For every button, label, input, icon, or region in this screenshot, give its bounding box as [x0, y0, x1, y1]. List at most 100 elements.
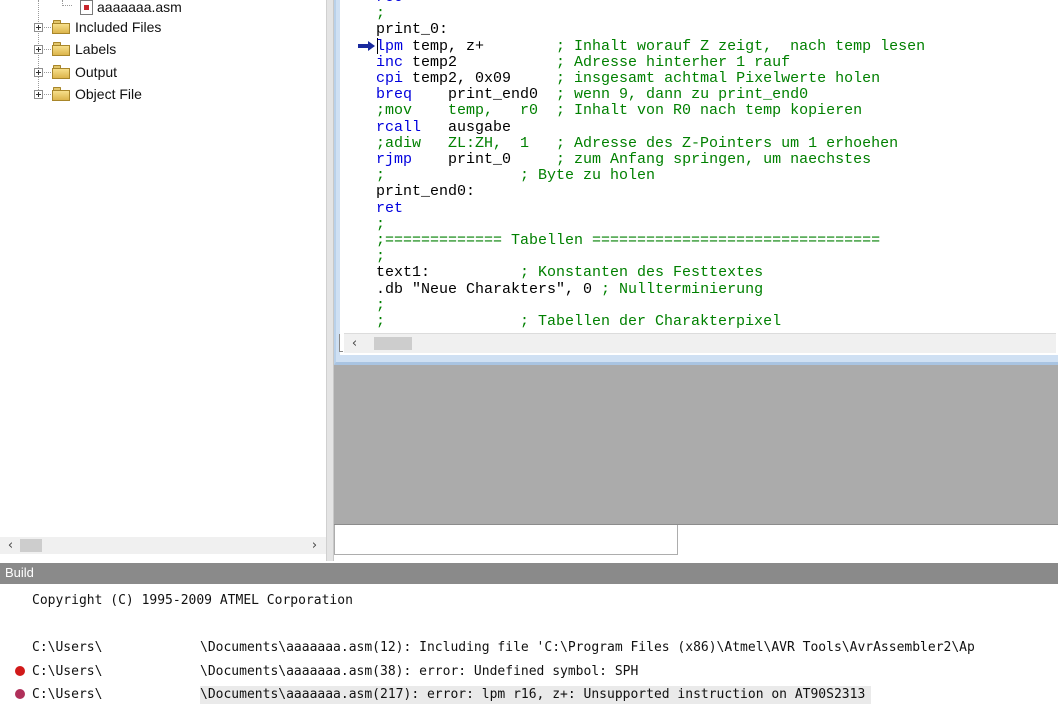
tree-guide-line	[62, 5, 72, 6]
build-pane-title: Build	[5, 565, 34, 580]
code-keyword: inc	[376, 53, 404, 71]
code-line[interactable]: ;	[376, 249, 385, 265]
error-marker-icon	[15, 665, 25, 676]
scroll-thumb[interactable]	[374, 337, 412, 350]
build-line-path[interactable]: C:\Users\	[32, 663, 102, 681]
code-line[interactable]: ;adiw ZL:ZH, 1 ; Adresse des Z-Pointers …	[376, 134, 899, 152]
code-line[interactable]: ; ; Tabellen der Charakterpixel	[376, 314, 781, 330]
code-line[interactable]: print_end0:	[376, 184, 475, 200]
code-keyword: rjmp	[376, 151, 413, 168]
code-line[interactable]: lpm temp, z+ ; Inhalt worauf Z zeigt, na…	[376, 37, 926, 55]
code-line[interactable]: ;	[376, 215, 386, 233]
code-keyword: lpm	[376, 37, 404, 55]
code-text: print_end0	[412, 86, 557, 104]
tree-item-output[interactable]: Output	[34, 62, 117, 82]
build-line-path[interactable]: C:\Users\	[32, 639, 102, 657]
editor-window-frame: rc0;print_0:lpm temp, z+ ; Inhalt worauf…	[334, 0, 1058, 365]
tree-item-label: Labels	[75, 41, 117, 57]
tree-item-labels[interactable]: Labels	[34, 39, 116, 59]
current-line-arrow-icon	[358, 41, 376, 51]
scroll-left-icon[interactable]: ‹	[346, 335, 363, 352]
code-comment: ; Nullterminierung	[601, 280, 764, 298]
tree-item-asm-file[interactable]: aaaaaaa.asm	[80, 0, 182, 17]
expand-plus-icon[interactable]	[34, 22, 43, 32]
code-text: print_0	[412, 151, 557, 168]
code-line[interactable]: ;============= Tabellen ================…	[376, 233, 880, 249]
code-comment: ; insgesamt achtmal Pixelwerte holen	[556, 70, 881, 87]
code-line[interactable]: print_0:	[376, 22, 448, 38]
document-area: rc0;print_0:lpm temp, z+ ; Inhalt worauf…	[334, 0, 1058, 561]
code-keyword: breq	[376, 86, 413, 104]
code-text: ausgabe	[421, 118, 512, 136]
code-line[interactable]: rcall ausgabe	[376, 118, 512, 136]
folder-icon	[52, 20, 71, 34]
expand-plus-icon[interactable]	[34, 89, 43, 99]
code-comment: ;	[376, 215, 386, 233]
tree-item-label: Included Files	[75, 19, 162, 35]
scroll-left-icon[interactable]: ‹	[2, 537, 19, 554]
tree-item-label: aaaaaaa.asm	[97, 0, 182, 15]
code-text: text1:	[376, 264, 521, 282]
scroll-thumb[interactable]	[20, 539, 42, 552]
tree-item-label: Output	[75, 64, 118, 80]
code-comment: ;	[376, 5, 386, 23]
expand-plus-icon[interactable]	[34, 44, 43, 54]
code-line[interactable]: ret	[376, 199, 404, 217]
code-line[interactable]: ;	[376, 6, 385, 22]
code-comment: ;============= Tabellen ================…	[376, 232, 881, 249]
build-line-message[interactable]: \Documents\aaaaaaa.asm(38): error: Undef…	[200, 663, 638, 681]
scroll-right-icon[interactable]: ›	[306, 537, 323, 554]
code-comment: ;	[376, 296, 386, 314]
folder-icon	[52, 87, 71, 101]
code-comment: ; ; Byte zu holen	[376, 167, 656, 185]
tree-item-included-files[interactable]: Included Files	[34, 17, 161, 37]
build-line-message[interactable]: \Documents\aaaaaaa.asm(217): error: lpm …	[200, 686, 872, 704]
code-line[interactable]: .db "Neue Charakters", 0 ; Nullterminier…	[376, 280, 764, 298]
code-keyword: ret	[376, 199, 404, 217]
folder-icon	[52, 42, 71, 56]
code-line[interactable]: inc temp2 ; Adresse hinterher 1 rauf	[376, 53, 791, 71]
code-text: print_end0:	[376, 183, 476, 201]
document-tab[interactable]	[334, 525, 678, 555]
code-line[interactable]: ;mov temp, r0 ; Inhalt von R0 nach temp …	[376, 103, 862, 119]
code-text: temp, z+	[403, 37, 557, 55]
tree-horizontal-scrollbar[interactable]: ‹ ›	[0, 537, 326, 554]
code-text: temp2, 0x09	[403, 70, 557, 87]
code-comment: ; Adresse hinterher 1 rauf	[556, 53, 791, 71]
code-line[interactable]: text1: ; Konstanten des Festtextes	[376, 265, 763, 281]
code-keyword: rcall	[376, 118, 422, 136]
error-marker-icon	[15, 689, 25, 699]
editor-horizontal-scrollbar[interactable]: ‹	[339, 333, 1056, 353]
document-tab-strip	[334, 524, 1058, 561]
pane-splitter[interactable]	[326, 0, 334, 561]
build-line-message[interactable]: \Documents\aaaaaaa.asm(12): Including fi…	[200, 639, 975, 657]
build-line-path[interactable]: C:\Users\	[32, 686, 102, 704]
text-caret	[377, 38, 378, 54]
code-text: .db "Neue Charakters", 0	[376, 280, 602, 298]
code-text: temp2	[403, 53, 557, 71]
code-comment: ; ; Tabellen der Charakterpixel	[376, 313, 782, 330]
code-comment: ; zum Anfang springen, um naechstes	[556, 151, 872, 168]
tree-item-label: Object File	[75, 86, 142, 102]
build-line-path[interactable]: Copyright (C) 1995-2009 ATMEL Corporatio…	[32, 592, 353, 610]
folder-icon	[52, 65, 71, 79]
tree-item-object-file[interactable]: Object File	[34, 84, 142, 104]
code-comment: ;adiw ZL:ZH, 1 ; Adresse des Z-Pointers …	[376, 134, 899, 152]
build-pane-header[interactable]: Build	[0, 563, 1058, 584]
expand-plus-icon[interactable]	[34, 67, 43, 77]
code-line[interactable]: breq print_end0 ; wenn 9, dann zu print_…	[376, 87, 808, 103]
asm-file-icon	[80, 0, 93, 15]
code-comment: ; Konstanten des Festtextes	[520, 264, 764, 282]
code-line[interactable]: ;	[376, 296, 386, 314]
project-tree-pane: aaaaaaa.asm Included Files Labels Output…	[0, 0, 326, 561]
code-editor[interactable]: rc0;print_0:lpm temp, z+ ; Inhalt worauf…	[340, 0, 1058, 355]
code-line[interactable]: rjmp print_0 ; zum Anfang springen, um n…	[376, 152, 871, 168]
code-line[interactable]: cpi temp2, 0x09 ; insgesamt achtmal Pixe…	[376, 71, 880, 87]
code-text: print_0:	[376, 21, 449, 39]
code-line[interactable]: ; ; Byte zu holen	[376, 168, 655, 184]
build-output[interactable]: Copyright (C) 1995-2009 ATMEL Corporatio…	[0, 584, 1058, 711]
code-comment: ; Inhalt worauf Z zeigt, nach temp lesen	[556, 37, 926, 55]
code-keyword: cpi	[376, 70, 404, 87]
code-comment: ;	[376, 248, 386, 266]
code-comment: ; wenn 9, dann zu print_end0	[556, 86, 809, 104]
